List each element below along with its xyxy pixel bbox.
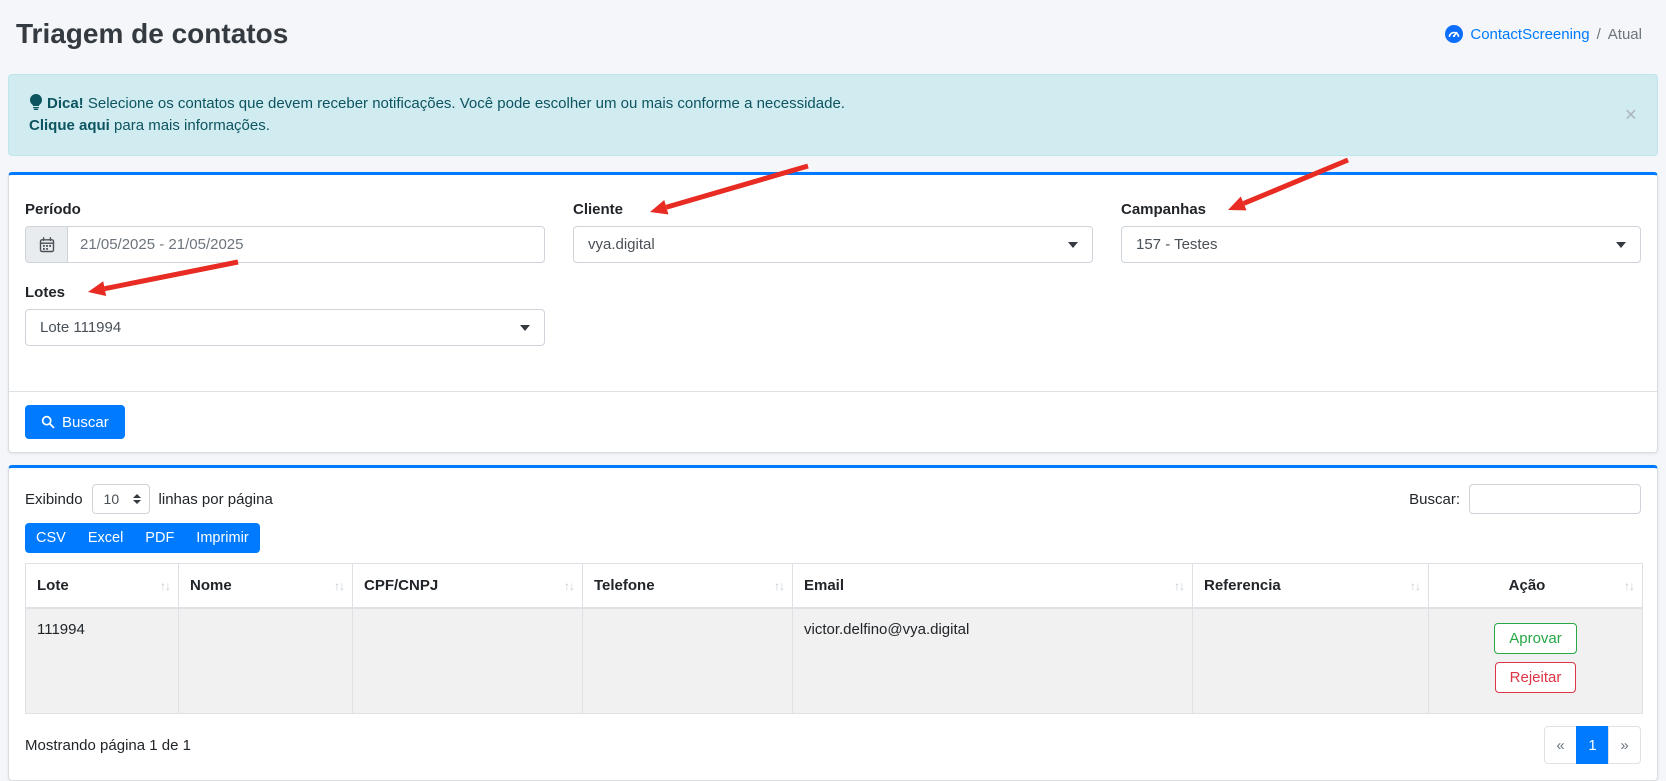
cell-cpf-cnpj — [353, 608, 583, 714]
periodo-field: Período — [25, 201, 545, 263]
lotes-field: Lotes Lote 111994 — [25, 284, 545, 346]
caret-down-icon — [520, 325, 530, 331]
cliente-select-value: vya.digital — [588, 236, 655, 253]
page-length-suffix: linhas por página — [159, 491, 273, 508]
sort-icon[interactable]: ↑↓ — [334, 579, 344, 593]
campanhas-select[interactable]: 157 - Testes — [1121, 226, 1641, 263]
pagination-prev[interactable]: « — [1544, 726, 1577, 764]
search-icon — [41, 415, 55, 429]
periodo-label: Período — [25, 201, 545, 218]
column-header-lote[interactable]: Lote ↑↓ — [26, 564, 179, 609]
sort-icon[interactable]: ↑↓ — [1624, 579, 1634, 593]
column-header-nome[interactable]: Nome ↑↓ — [179, 564, 353, 609]
column-header-referencia[interactable]: Referencia ↑↓ — [1193, 564, 1429, 609]
buscar-button[interactable]: Buscar — [25, 405, 125, 439]
lotes-select-value: Lote 111994 — [40, 319, 121, 336]
campanhas-field: Campanhas 157 - Testes — [1121, 201, 1641, 263]
aprovar-button[interactable]: Aprovar — [1494, 623, 1577, 654]
pagination-next[interactable]: » — [1608, 726, 1641, 764]
pagination: « 1 » — [1544, 726, 1641, 764]
close-icon[interactable]: × — [1625, 105, 1637, 126]
breadcrumb-current: Atual — [1608, 26, 1642, 43]
alert-more-info-link[interactable]: Clique aqui — [29, 117, 110, 134]
imprimir-button[interactable]: Imprimir — [185, 523, 259, 553]
lightbulb-icon — [29, 94, 43, 110]
calendar-icon — [25, 226, 67, 263]
sort-updown-icon — [133, 494, 141, 504]
alert-link-suffix: para mais informações. — [114, 117, 270, 134]
info-alert: Dica! Selecione os contatos que devem re… — [8, 74, 1658, 156]
table-controls: Exibindo 10 linhas por página Buscar: — [25, 484, 1641, 514]
table-header-row: Lote ↑↓ Nome ↑↓ CPF/CNPJ ↑↓ Telefone ↑↓ — [26, 564, 1643, 609]
column-header-telefone[interactable]: Telefone ↑↓ — [583, 564, 793, 609]
pagination-info: Mostrando página 1 de 1 — [25, 737, 191, 754]
lotes-select[interactable]: Lote 111994 — [25, 309, 545, 346]
page-length-value: 10 — [104, 491, 120, 507]
rejeitar-button[interactable]: Rejeitar — [1495, 662, 1577, 693]
campanhas-select-value: 157 - Testes — [1136, 236, 1217, 253]
cell-telefone — [583, 608, 793, 714]
contacts-table: Lote ↑↓ Nome ↑↓ CPF/CNPJ ↑↓ Telefone ↑↓ — [25, 563, 1643, 714]
table-row: 111994 victor.delfino@vya.digital Aprova… — [26, 608, 1643, 714]
content-header: Triagem de contatos ContactScreening / A… — [0, 0, 1666, 54]
cliente-select[interactable]: vya.digital — [573, 226, 1093, 263]
alert-tip-text: Selecione os contatos que devem receber … — [88, 95, 845, 112]
page-length-prefix: Exibindo — [25, 491, 83, 508]
sort-icon[interactable]: ↑↓ — [774, 579, 784, 593]
sort-icon[interactable]: ↑↓ — [1174, 579, 1184, 593]
column-header-email[interactable]: Email ↑↓ — [793, 564, 1193, 609]
sort-icon[interactable]: ↑↓ — [564, 579, 574, 593]
periodo-input[interactable] — [67, 226, 545, 263]
tachometer-icon — [1445, 25, 1463, 43]
pdf-button[interactable]: PDF — [134, 523, 185, 553]
alert-line-1: Dica! Selecione os contatos que devem re… — [29, 93, 1637, 115]
campanhas-label: Campanhas — [1121, 201, 1641, 218]
breadcrumb-app-link[interactable]: ContactScreening — [1470, 26, 1589, 43]
cell-referencia — [1193, 608, 1429, 714]
cell-email: victor.delfino@vya.digital — [793, 608, 1193, 714]
breadcrumb: ContactScreening / Atual — [1445, 25, 1642, 43]
alert-line-2: Clique aqui para mais informações. — [29, 115, 1637, 137]
cliente-field: Cliente vya.digital — [573, 201, 1093, 263]
table-search-control: Buscar: — [1409, 484, 1641, 514]
caret-down-icon — [1068, 242, 1078, 248]
breadcrumb-separator: / — [1597, 26, 1601, 43]
sort-icon[interactable]: ↑↓ — [1410, 579, 1420, 593]
filter-card-body: Período — [9, 175, 1657, 346]
filter-row-2: Lotes Lote 111994 — [25, 284, 1641, 346]
page-length-control: Exibindo 10 linhas por página — [25, 484, 273, 514]
column-header-cpf-cnpj[interactable]: CPF/CNPJ ↑↓ — [353, 564, 583, 609]
table-card: Exibindo 10 linhas por página Buscar: CS… — [8, 465, 1658, 781]
filter-card: Período — [8, 172, 1658, 453]
alert-tip-label: Dica! — [47, 95, 84, 112]
filter-card-footer: Buscar — [9, 391, 1657, 452]
column-header-acao[interactable]: Ação ↑↓ — [1429, 564, 1643, 609]
csv-button[interactable]: CSV — [25, 523, 77, 553]
filter-row-1: Período — [25, 201, 1641, 263]
buscar-button-label: Buscar — [62, 414, 109, 431]
page-title: Triagem de contatos — [16, 15, 288, 53]
table-search-label: Buscar: — [1409, 491, 1460, 508]
cell-acao: Aprovar Rejeitar — [1429, 608, 1643, 714]
cell-nome — [179, 608, 353, 714]
caret-down-icon — [1616, 242, 1626, 248]
cell-lote: 111994 — [26, 608, 179, 714]
export-button-group: CSV Excel PDF Imprimir — [25, 523, 260, 553]
table-footer: Mostrando página 1 de 1 « 1 » — [25, 726, 1641, 764]
table-search-input[interactable] — [1469, 484, 1641, 514]
page-length-select[interactable]: 10 — [92, 484, 150, 514]
cliente-label: Cliente — [573, 201, 1093, 218]
table-card-body: Exibindo 10 linhas por página Buscar: CS… — [9, 468, 1657, 780]
sort-icon[interactable]: ↑↓ — [160, 579, 170, 593]
lotes-label: Lotes — [25, 284, 545, 301]
excel-button[interactable]: Excel — [77, 523, 134, 553]
pagination-page-1[interactable]: 1 — [1576, 726, 1609, 764]
